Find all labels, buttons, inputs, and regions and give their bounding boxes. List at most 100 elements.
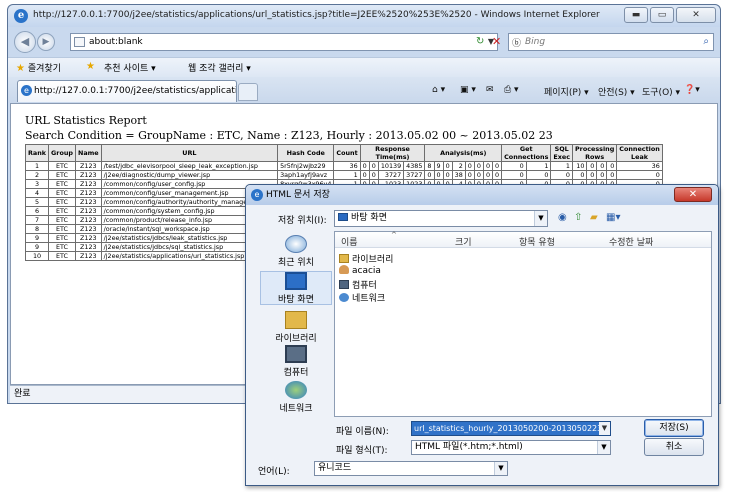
filetype-dropdown-icon[interactable]: ▼ [597, 441, 610, 454]
add-favorite-icon[interactable]: ★ [86, 61, 95, 72]
address-bar[interactable]: about:blank ▼ [70, 33, 498, 51]
page-menu[interactable]: 페이지(P) ▾ [544, 85, 589, 98]
table-row: 2 ETC Z123/j2ee/diagnostic/dump_viewer.jsp… [24, 170, 663, 180]
table-cell-name: Z123 [74, 215, 102, 225]
mail-icon[interactable]: ✉ [486, 85, 494, 95]
ie-tab-icon: e [21, 85, 32, 96]
place-network[interactable]: 네트워크 [260, 381, 332, 414]
table-cell-a-3: 2 [451, 161, 466, 171]
view-menu-icon[interactable]: ▦▾ [606, 212, 620, 223]
table-cell-a-1: 0 [433, 170, 444, 180]
filetype-select[interactable]: HTML 파일(*.htm;*.html) ▼ [411, 440, 611, 455]
tab-bar: e http://127.0.0.1:7700/j2ee/statistics/… [8, 77, 720, 103]
encoding-select[interactable]: 유니코드 ▼ [314, 461, 508, 476]
col-type-header[interactable]: 항목 유형 [519, 235, 555, 248]
browser-title: http://127.0.0.1:7700/j2ee/statistics/ap… [33, 10, 600, 20]
table-cell-group: ETC [48, 224, 76, 234]
table-cell-url: /test/jdbc_elevisorpool_sleep_leak_excep… [100, 161, 279, 171]
search-placeholder: Bing [525, 37, 546, 47]
table-cell-a-6: 0 [482, 170, 494, 180]
table-cell-rank: 5 [24, 197, 50, 207]
tab-url-statistics[interactable]: e http://127.0.0.1:7700/j2ee/statistics/… [17, 80, 237, 102]
table-cell-url: /j2ee/diagnostic/dump_viewer.jsp [100, 170, 279, 180]
close-button[interactable]: ✕ [676, 7, 716, 23]
place-computer[interactable]: 컴퓨터 [260, 345, 332, 378]
list-item-user[interactable]: acacia [339, 265, 381, 276]
web-slice-gallery-button[interactable]: 웹 조각 갤러리 ▾ [188, 61, 251, 74]
col-url: URL [100, 144, 279, 162]
suggested-sites-button[interactable]: 추천 사이트 ▾ [104, 61, 156, 74]
ie-logo-icon: e [14, 9, 28, 23]
col-name-header[interactable]: 이름 [341, 235, 358, 248]
table-cell-group: ETC [48, 197, 76, 207]
col-size-header[interactable]: 크기 [455, 235, 472, 248]
table-cell-rank: 7 [24, 215, 50, 225]
table-cell-group: ETC [48, 188, 76, 198]
search-icon[interactable]: ⌕ [703, 34, 709, 50]
encoding-label: 언어(L): [258, 467, 290, 477]
dialog-titlebar: e HTML 문서 저장 ✕ [246, 185, 718, 205]
home-icon[interactable]: ⌂ ▾ [432, 85, 445, 95]
table-cell-name: Z123 [74, 179, 102, 189]
col-modified-header[interactable]: 수정한 날짜 [609, 235, 653, 248]
bing-icon: ⓑ [512, 39, 522, 49]
report-condition: Search Condition = GroupName : ETC, Name… [25, 129, 553, 142]
minimize-button[interactable]: ▬ [624, 7, 648, 23]
list-item-libraries[interactable]: 라이브러리 [339, 252, 393, 265]
place-libraries[interactable]: 라이브러리 [260, 311, 332, 344]
table-cell-name: Z123 [74, 188, 102, 198]
new-tab-button[interactable] [238, 83, 258, 101]
tools-menu[interactable]: 도구(O) ▾ [642, 85, 680, 98]
help-icon[interactable]: ❓▾ [684, 85, 700, 95]
table-cell-rank: 6 [24, 206, 50, 216]
save-in-combo[interactable]: 바탕 화면 ▼ [334, 210, 548, 227]
dialog-close-button[interactable]: ✕ [674, 187, 712, 202]
filename-input[interactable]: url_statistics_hourly_2013050200-2013050… [411, 421, 611, 436]
print-icon[interactable]: ⎙ ▾ [504, 85, 519, 95]
computer-item-icon [339, 280, 349, 289]
table-cell-leak: 36 [616, 161, 663, 171]
table-cell-pr-2: 0 [596, 170, 608, 180]
up-folder-icon[interactable]: ⇧ [574, 212, 582, 223]
desktop-small-icon [338, 213, 348, 221]
back-button[interactable]: ◀ [14, 31, 36, 53]
list-item-computer[interactable]: 컴퓨터 [339, 278, 377, 291]
forward-button[interactable]: ▶ [37, 33, 55, 51]
table-cell-r4: 4385 [403, 161, 426, 171]
safety-menu[interactable]: 안전(S) ▾ [598, 85, 635, 98]
table-cell-pr-1: 0 [586, 170, 598, 180]
cancel-button[interactable]: 취소 [644, 438, 704, 456]
list-item-network[interactable]: 네트워크 [339, 291, 385, 304]
new-folder-icon[interactable]: ▰ [590, 212, 598, 223]
table-cell-sql: 0 [550, 170, 573, 180]
table-cell-hash: 5r5fnj2wjbz29 [277, 161, 335, 171]
stop-icon[interactable]: ✕ [492, 35, 501, 48]
chevron-down-icon[interactable]: ▼ [534, 211, 547, 226]
search-input[interactable]: ⓑ Bing ⌕ [508, 33, 714, 51]
table-cell-r1: 0 [359, 170, 370, 180]
table-cell-pr-0: 0 [571, 170, 588, 180]
save-button[interactable]: 저장(S) [644, 419, 704, 437]
table-cell-a-7: 0 [492, 161, 503, 171]
ie-dialog-icon: e [251, 189, 263, 201]
encoding-dropdown-icon[interactable]: ▼ [494, 462, 507, 475]
col-connection-leak: Connection Leak [616, 144, 663, 162]
table-cell-rank: 4 [24, 188, 50, 198]
maximize-button[interactable]: ▭ [650, 7, 674, 23]
filename-dropdown-icon[interactable]: ▼ [599, 422, 610, 435]
refresh-icon[interactable]: ↻ [476, 36, 484, 47]
place-desktop[interactable]: 바탕 화면 [260, 271, 332, 305]
place-recent[interactable]: 최근 위치 [260, 235, 332, 268]
feeds-icon[interactable]: ▣ ▾ [460, 85, 476, 95]
back-nav-icon[interactable]: ◉ [558, 212, 567, 223]
table-cell-sql: 1 [550, 161, 573, 171]
address-row: ◀ ▶ about:blank ▼ ↻ ✕ ⓑ Bing ⌕ [8, 29, 720, 55]
col-count: Count [333, 144, 361, 162]
col-rank: Rank [24, 144, 50, 162]
table-cell-rank: 8 [24, 224, 50, 234]
table-cell-r2: 0 [368, 170, 379, 180]
desktop-icon [285, 272, 307, 290]
page-icon [74, 37, 85, 47]
favorites-button[interactable]: ★ 즐겨찾기 [16, 61, 61, 74]
table-cell-a-6: 0 [482, 161, 494, 171]
